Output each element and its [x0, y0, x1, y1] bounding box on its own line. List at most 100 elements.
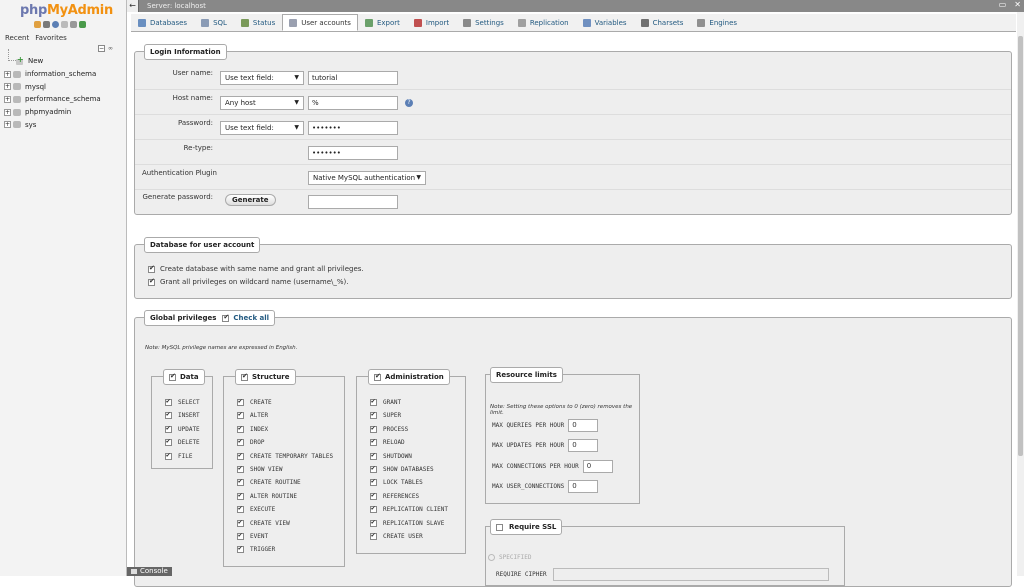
privilege-item[interactable]: SHOW DATABASES — [370, 464, 434, 473]
privilege-item[interactable]: EVENT — [237, 531, 268, 540]
reload-icon[interactable] — [79, 21, 86, 28]
privilege-item[interactable]: CREATE ROUTINE — [237, 477, 301, 487]
expand-icon[interactable]: + — [4, 70, 11, 78]
tree-item-label: performance_schema — [25, 95, 101, 104]
favorites-tab[interactable]: Favorites — [35, 34, 67, 42]
tree-item-db[interactable]: + performance_schema — [4, 93, 101, 106]
privilege-item[interactable]: DROP — [237, 437, 264, 447]
gear-icon[interactable] — [70, 21, 77, 28]
privilege-item[interactable]: CREATE USER — [370, 531, 423, 540]
link-icon[interactable]: ∞ — [108, 45, 113, 52]
data-all-checkbox[interactable] — [169, 372, 176, 381]
max-connections-input[interactable]: 0 — [582, 460, 613, 473]
console-toggle[interactable]: Console — [127, 567, 172, 576]
privilege-item[interactable]: REFERENCES — [370, 491, 419, 500]
user-name-type-select[interactable]: Use text field: ▼ — [220, 71, 304, 85]
max-queries-row: MAX QUERIES PER HOUR 0 — [492, 419, 599, 432]
require-ssl-checkbox[interactable] — [496, 523, 503, 531]
privilege-item[interactable]: REPLICATION CLIENT — [370, 504, 448, 514]
expand-icon[interactable]: + — [4, 95, 11, 103]
generate-button[interactable]: Generate — [225, 194, 276, 206]
auth-plugin-select[interactable]: Native MySQL authentication ▼ — [308, 171, 426, 185]
phpmyadmin-logo[interactable]: phpMyAdmin — [20, 3, 113, 18]
tree-item-new[interactable]: New — [4, 49, 101, 68]
password-type-select[interactable]: Use text field: ▼ — [220, 121, 304, 135]
create-database-checkbox[interactable] — [148, 264, 155, 273]
privilege-item[interactable]: PROCESS — [370, 424, 408, 433]
ssl-specified-option[interactable]: SPECIFIED — [488, 554, 532, 561]
privilege-item[interactable]: ALTER ROUTINE — [237, 491, 297, 500]
expand-icon[interactable]: + — [4, 108, 11, 116]
privilege-item[interactable]: CREATE TEMPORARY TABLES — [237, 451, 333, 460]
scrollbar-thumb[interactable] — [1018, 36, 1023, 456]
tab-charsets[interactable]: Charsets — [634, 14, 691, 31]
tab-status[interactable]: Status — [234, 14, 282, 31]
recent-tab[interactable]: Recent — [5, 34, 29, 42]
privilege-item[interactable]: GRANT — [370, 397, 401, 406]
max-user-connections-input[interactable]: 0 — [568, 480, 599, 493]
restore-icon[interactable]: ▭ — [999, 0, 1007, 9]
docs-icon[interactable] — [61, 21, 68, 28]
home-icon[interactable] — [34, 21, 41, 28]
retype-password-input[interactable]: ••••••• — [308, 146, 398, 160]
specified-radio[interactable] — [488, 554, 495, 561]
generated-password-input[interactable] — [308, 195, 398, 209]
administration-all-checkbox[interactable] — [374, 372, 381, 381]
max-queries-input[interactable]: 0 — [568, 419, 599, 432]
server-breadcrumb[interactable]: Server: localhost — [147, 2, 206, 10]
tab-engines[interactable]: Engines — [690, 14, 744, 31]
privilege-item[interactable]: SHUTDOWN — [370, 451, 412, 460]
structure-all-checkbox[interactable] — [241, 372, 248, 381]
expand-icon[interactable]: + — [4, 83, 11, 91]
privilege-item[interactable]: RELOAD — [370, 437, 405, 447]
tab-export[interactable]: Export — [358, 14, 407, 31]
privilege-item[interactable]: CREATE VIEW — [237, 518, 290, 527]
privilege-item[interactable]: EXECUTE — [237, 504, 275, 514]
require-cipher-input[interactable] — [552, 568, 829, 581]
privilege-item[interactable]: INDEX — [237, 424, 268, 433]
host-name-row: Host name: Any host ▼ % ? — [135, 90, 1011, 115]
privilege-item[interactable]: SHOW VIEW — [237, 464, 283, 473]
tab-user-accounts[interactable]: User accounts — [282, 14, 358, 31]
privilege-item[interactable]: CREATE — [237, 397, 272, 406]
status-icon — [240, 18, 249, 27]
host-name-type-select[interactable]: Any host ▼ — [220, 96, 304, 110]
grant-wildcard-checkbox[interactable] — [148, 277, 155, 286]
tree-item-db[interactable]: + phpmyadmin — [4, 106, 101, 119]
password-input[interactable]: ••••••• — [308, 121, 398, 135]
tree-item-db[interactable]: + information_schema — [4, 68, 101, 81]
privilege-item[interactable]: TRIGGER — [237, 544, 275, 554]
check-all-checkbox[interactable] — [222, 313, 230, 322]
tab-import[interactable]: Import — [407, 14, 456, 31]
max-updates-input[interactable]: 0 — [568, 439, 599, 452]
privilege-item[interactable]: DELETE — [165, 437, 200, 447]
expand-icon[interactable]: + — [4, 121, 11, 129]
privilege-item[interactable]: LOCK TABLES — [370, 477, 423, 487]
tab-sql[interactable]: SQL — [194, 14, 234, 31]
tab-settings[interactable]: Settings — [456, 14, 511, 31]
help-icon[interactable] — [52, 21, 59, 28]
privilege-item[interactable]: REPLICATION SLAVE — [370, 518, 444, 527]
host-name-input[interactable]: % — [308, 96, 398, 110]
privilege-item[interactable]: FILE — [165, 451, 192, 460]
main-content: Login Information User name: Use text fi… — [131, 33, 1016, 587]
privilege-item[interactable]: SUPER — [370, 410, 401, 420]
privilege-item[interactable]: INSERT — [165, 410, 200, 420]
grant-wildcard-option[interactable]: Grant all privileges on wildcard name (u… — [148, 277, 348, 286]
privilege-item[interactable]: ALTER — [237, 410, 268, 420]
check-all-toggle[interactable]: Check all — [222, 313, 269, 322]
tab-variables[interactable]: Variables — [576, 14, 634, 31]
exit-icon[interactable] — [43, 21, 50, 28]
privilege-item[interactable]: UPDATE — [165, 424, 200, 433]
help-icon[interactable]: ? — [405, 99, 413, 107]
close-icon[interactable]: ✕ — [1014, 0, 1021, 9]
privilege-item[interactable]: SELECT — [165, 397, 200, 406]
collapse-all-icon[interactable]: − — [98, 45, 105, 52]
tab-databases[interactable]: Databases — [131, 14, 194, 31]
back-arrow-icon[interactable]: ← — [127, 0, 139, 12]
tree-item-db[interactable]: + sys — [4, 118, 101, 131]
tab-replication[interactable]: Replication — [511, 14, 576, 31]
user-name-input[interactable]: tutorial — [308, 71, 398, 85]
tree-item-db[interactable]: + mysql — [4, 80, 101, 93]
create-database-option[interactable]: Create database with same name and grant… — [148, 264, 364, 273]
